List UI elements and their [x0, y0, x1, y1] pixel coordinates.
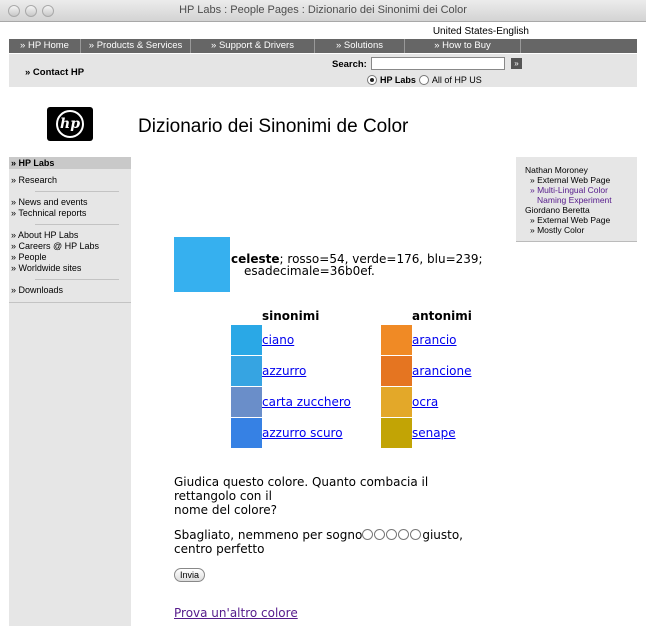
synonyms-header: sinonimi	[262, 309, 320, 323]
sidebar-item-hp-labs[interactable]: » HP Labs	[9, 157, 131, 169]
mostly-color-link[interactable]: » Mostly Color	[525, 225, 637, 235]
search-input[interactable]	[371, 57, 505, 70]
rating-option-1[interactable]	[362, 529, 374, 540]
synonym-swatch	[231, 325, 262, 355]
sidebar-item-news-events[interactable]: » News and events	[9, 197, 131, 208]
rating-low-label: Sbagliato, nemmeno per sogno	[174, 528, 363, 542]
external-web-page-link[interactable]: » External Web Page	[525, 215, 637, 225]
left-sidebar: » HP Labs » Research » News and events »…	[9, 157, 131, 626]
search-label: Search:	[332, 59, 367, 70]
nav-products-services[interactable]: » Products & Services	[81, 39, 191, 53]
submit-button[interactable]: Invia	[174, 568, 206, 582]
synonym-link[interactable]: ciano	[262, 333, 294, 347]
scope-hp-labs-radio[interactable]	[367, 75, 377, 85]
rating-high-label-cont: centro perfetto	[174, 542, 265, 556]
antonym-link[interactable]: arancione	[412, 364, 472, 378]
page-title: Dizionario dei Sinonimi de Color	[138, 116, 409, 137]
synonym-swatch	[231, 356, 262, 386]
antonym-swatch	[381, 356, 412, 386]
search-scope: HP Labs All of HP US	[367, 75, 482, 85]
antonyms-header: antonimi	[412, 309, 472, 323]
synonym-link[interactable]: carta zucchero	[262, 395, 351, 409]
sidebar-item-people[interactable]: » People	[9, 252, 131, 263]
rating-option-5[interactable]	[410, 529, 422, 540]
window-title: HP Labs : People Pages : Dizionario dei …	[179, 4, 467, 16]
sidebar-item-research[interactable]: » Research	[9, 175, 131, 186]
top-navigation: » HP Home » Products & Services » Suppor…	[9, 39, 637, 53]
synonym-swatch	[231, 418, 262, 448]
antonym-link[interactable]: senape	[412, 426, 456, 440]
rating-scale: Sbagliato, nemmeno per sogno giusto, cent…	[174, 528, 474, 556]
scope-all-hp-radio[interactable]	[418, 75, 429, 85]
person-name: Giordano Beretta	[525, 205, 590, 215]
rating-question: Giudica questo colore. Quanto combacia i…	[174, 475, 464, 517]
nav-how-to-buy[interactable]: » How to Buy	[405, 39, 521, 53]
sidebar-divider	[9, 302, 131, 303]
hp-logo[interactable]: hp	[47, 107, 93, 141]
window-titlebar: HP Labs : People Pages : Dizionario dei …	[0, 0, 646, 22]
scope-all-hp-label: All of HP US	[431, 75, 482, 85]
rating-option-2[interactable]	[374, 529, 386, 540]
antonym-swatch	[381, 418, 412, 448]
antonym-link[interactable]: ocra	[412, 395, 438, 409]
synonym-link[interactable]: azzurro scuro	[262, 426, 343, 440]
antonym-link[interactable]: arancio	[412, 333, 457, 347]
synonym-link[interactable]: azzurro	[262, 364, 306, 378]
nav-support-drivers[interactable]: » Support & Drivers	[191, 39, 315, 53]
scope-hp-labs-label: HP Labs	[380, 75, 416, 85]
main-color-swatch	[174, 237, 230, 292]
rating-option-4[interactable]	[398, 529, 410, 540]
people-box: Nathan Moroney » External Web Page » Mul…	[516, 157, 637, 242]
locale-selector[interactable]: United States-English	[433, 26, 529, 37]
sidebar-item-downloads[interactable]: » Downloads	[9, 285, 131, 296]
sidebar-item-careers[interactable]: » Careers @ HP Labs	[9, 241, 131, 252]
synonym-swatch	[231, 387, 262, 417]
nav-solutions[interactable]: » Solutions	[315, 39, 405, 53]
question-line: rettangolo con il	[174, 489, 272, 503]
try-another-color-link[interactable]: Prova un'altro colore	[174, 606, 298, 620]
search-go-button[interactable]: »	[511, 58, 522, 69]
sidebar-item-technical-reports[interactable]: » Technical reports	[9, 208, 131, 219]
multilingual-color-link-cont[interactable]: Naming Experiment	[525, 195, 637, 205]
question-line: Giudica questo colore. Quanto combacia i…	[174, 475, 429, 489]
color-hex: esadecimale=36b0ef.	[244, 264, 375, 278]
hp-logo-mark: hp	[56, 110, 84, 138]
utility-band: » Contact HP Search: » HP Labs All of HP…	[9, 54, 637, 87]
contact-hp-link[interactable]: » Contact HP	[25, 67, 84, 78]
question-line: nome del colore?	[174, 503, 278, 517]
antonym-swatch	[381, 387, 412, 417]
external-web-page-link[interactable]: » External Web Page	[525, 175, 637, 185]
nav-hp-home[interactable]: » HP Home	[9, 39, 81, 53]
antonym-swatch	[381, 325, 412, 355]
multilingual-color-link[interactable]: » Multi-Lingual Color	[525, 185, 637, 195]
rating-high-label: giusto,	[422, 528, 463, 542]
rating-option-3[interactable]	[386, 529, 398, 540]
sidebar-item-about-hp-labs[interactable]: » About HP Labs	[9, 230, 131, 241]
sidebar-item-worldwide-sites[interactable]: » Worldwide sites	[9, 263, 131, 274]
person-name: Nathan Moroney	[525, 165, 588, 175]
